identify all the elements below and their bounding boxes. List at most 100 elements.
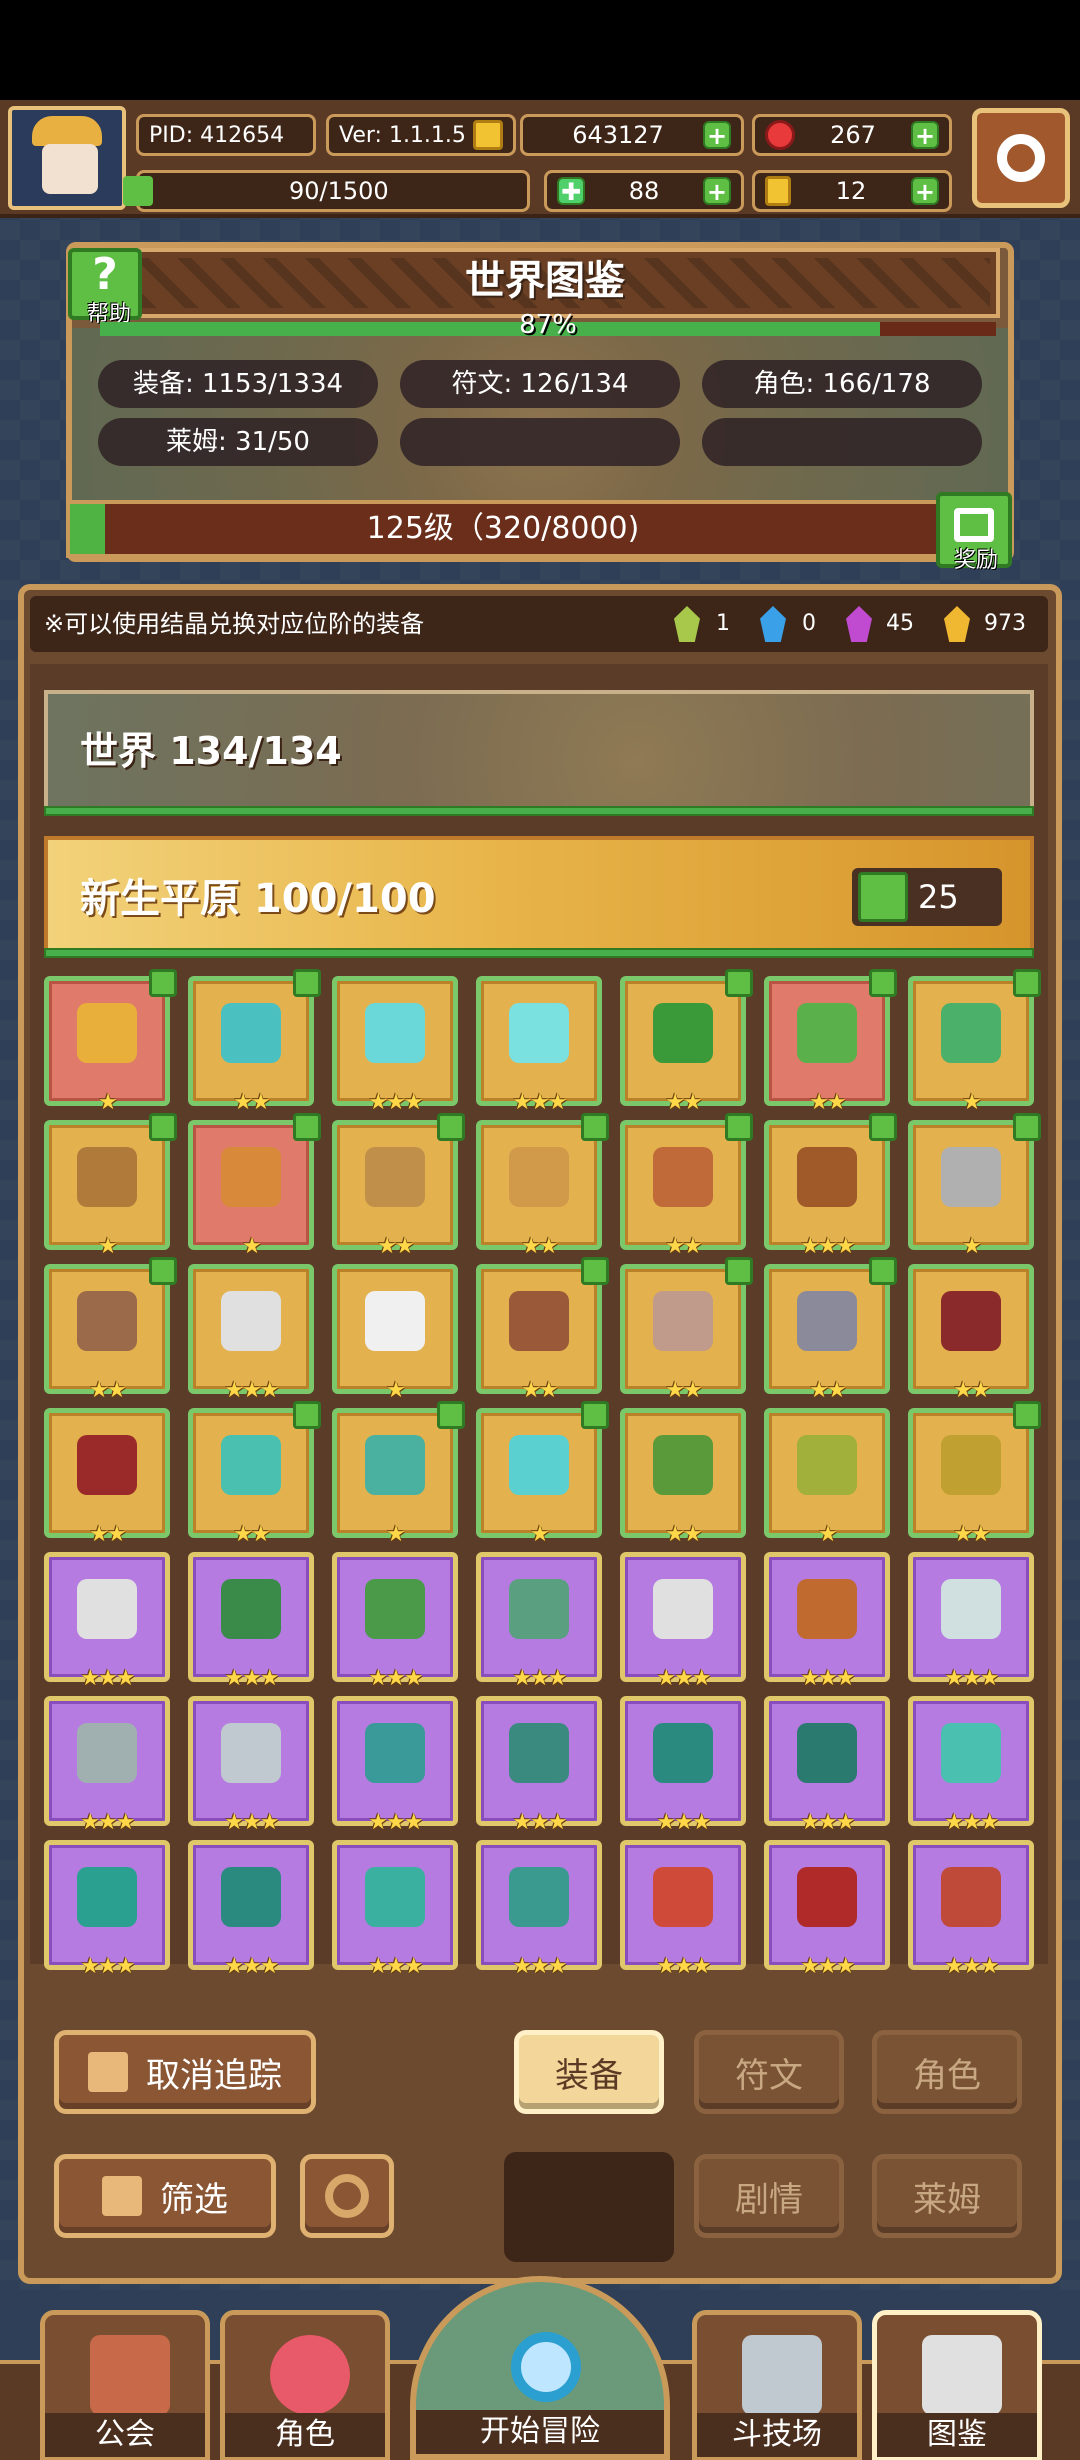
world-label: 世界 134/134 (80, 729, 342, 773)
tab-rune[interactable]: 符文 (694, 2030, 844, 2114)
equipment-slot[interactable]: ★★★ (188, 1840, 314, 1979)
equipment-slot[interactable]: ★★★ (188, 1696, 314, 1835)
equipment-slot[interactable]: ★★ (332, 1113, 465, 1259)
rarity-stars: ★ (386, 1378, 406, 1403)
tab-equipment[interactable]: 装备 (514, 2030, 664, 2114)
equipment-slot[interactable]: ★★★ (188, 1264, 314, 1403)
equipment-slot[interactable]: ★★ (476, 1113, 609, 1259)
equipment-slot[interactable]: ★★★ (620, 1696, 746, 1835)
equipment-slot[interactable]: ★ (764, 1408, 890, 1547)
nav-arena-label: 斗技场 (697, 2413, 857, 2457)
equipment-slot[interactable]: ★★★ (188, 1552, 314, 1691)
equipment-slot[interactable]: ★★★ (764, 1113, 897, 1259)
equipment-slot[interactable]: ★ (908, 969, 1041, 1115)
guild-icon (90, 2335, 170, 2415)
equipment-item-icon (509, 1291, 569, 1351)
equipment-slot[interactable]: ★ (332, 1401, 465, 1547)
nav-guild[interactable]: 公会 (40, 2310, 210, 2460)
tab-character[interactable]: 角色 (872, 2030, 1022, 2114)
equipment-slot[interactable]: ★★ (620, 969, 753, 1115)
region-label: 新生平原 100/100 (80, 876, 436, 922)
equipment-slot[interactable]: ★★ (188, 969, 321, 1115)
equipment-slot[interactable]: ★★★ (908, 1552, 1034, 1691)
equipment-slot[interactable]: ★★ (188, 1401, 321, 1547)
equipment-slot[interactable]: ★★★ (476, 1840, 602, 1979)
tracked-thumb-icon (149, 1113, 177, 1141)
equipment-slot[interactable]: ★★★ (908, 1840, 1034, 1979)
equipment-slot[interactable]: ★★★ (332, 1552, 458, 1691)
filter-button[interactable]: 筛选 (54, 2154, 276, 2238)
equipment-item-icon (365, 1435, 425, 1495)
equipment-slot[interactable]: ★★ (44, 1408, 170, 1547)
reset-filter-button[interactable] (300, 2154, 394, 2238)
equipment-slot[interactable]: ★★★ (764, 1840, 890, 1979)
rarity-stars: ★★★ (224, 1954, 279, 1979)
rarity-stars: ★★★ (224, 1666, 279, 1691)
codex-title: 世界图鉴 (465, 258, 625, 304)
nav-character[interactable]: 角色 (220, 2310, 390, 2460)
equipment-slot[interactable]: ★ (908, 1113, 1041, 1259)
equipment-slot[interactable]: ★★ (620, 1257, 753, 1403)
equipment-item-icon (77, 1435, 137, 1495)
equipment-slot[interactable]: ★★★ (476, 1696, 602, 1835)
untrack-button[interactable]: 取消追踪 (54, 2030, 316, 2114)
equipment-slot[interactable]: ★★★ (44, 1696, 170, 1835)
tracked-thumb-icon (725, 969, 753, 997)
add-key-button[interactable]: + (910, 177, 939, 205)
equipment-slot[interactable]: ★★ (908, 1264, 1034, 1403)
settings-button[interactable] (972, 108, 1070, 208)
equipment-slot[interactable]: ★★★ (44, 1552, 170, 1691)
empty-slot (504, 2152, 674, 2262)
equipment-slot[interactable]: ★★ (764, 969, 897, 1115)
equipment-item-icon (77, 1867, 137, 1927)
equipment-slot[interactable]: ★★ (620, 1113, 753, 1259)
nav-arena[interactable]: 斗技场 (692, 2310, 862, 2460)
rarity-stars: ★★ (89, 1378, 126, 1403)
purple-crystal-count: 45 (886, 611, 914, 636)
reward-button[interactable]: 奖励 (936, 492, 1012, 573)
equipment-slot[interactable]: ★★★ (332, 1696, 458, 1835)
equipment-slot[interactable]: ★★★ (620, 1840, 746, 1979)
add-clover-button[interactable]: + (702, 177, 731, 205)
equipment-slot[interactable]: ★★★ (620, 1552, 746, 1691)
rarity-stars: ★ (386, 1522, 406, 1547)
equipment-slot[interactable]: ★★ (908, 1401, 1041, 1547)
equipment-slot[interactable]: ★★★ (44, 1840, 170, 1979)
equipment-slot[interactable]: ★★ (620, 1408, 746, 1547)
equipment-item-icon (941, 1147, 1001, 1207)
tab-story-label: 剧情 (735, 2179, 803, 2220)
rarity-stars: ★★★ (368, 1666, 423, 1691)
equipment-slot[interactable]: ★★★ (332, 1840, 458, 1979)
equipment-slot[interactable]: ★★ (476, 1257, 609, 1403)
equipment-slot[interactable]: ★ (332, 1264, 458, 1403)
equipment-slot[interactable]: ★★★ (476, 1552, 602, 1691)
equipment-slot[interactable]: ★ (44, 1113, 177, 1259)
player-avatar[interactable] (8, 106, 126, 210)
equipment-item-icon (365, 1579, 425, 1639)
equipment-slot[interactable]: ★★★ (476, 976, 602, 1115)
equipment-item-icon (653, 1291, 713, 1351)
equipment-slot[interactable]: ★★★ (908, 1696, 1034, 1835)
region-progress-bar (44, 948, 1034, 958)
equipment-item-icon (221, 1291, 281, 1351)
add-gem-button[interactable]: + (911, 121, 939, 149)
equipment-slot[interactable]: ★★★ (332, 976, 458, 1115)
equipment-slot[interactable]: ★★★ (764, 1552, 890, 1691)
nav-character-label: 角色 (225, 2413, 385, 2457)
character-icon (270, 2335, 350, 2415)
nav-codex[interactable]: 图鉴 (872, 2310, 1042, 2460)
equipment-item-icon (941, 1003, 1001, 1063)
equipment-slot[interactable]: ★★★ (764, 1696, 890, 1835)
equipment-item-icon (797, 1291, 857, 1351)
equipment-slot[interactable]: ★ (476, 1401, 609, 1547)
gem-box: 267 + (752, 114, 952, 156)
nav-adventure-label: 开始冒险 (416, 2410, 664, 2454)
equipment-item-icon (77, 1579, 137, 1639)
tab-slime[interactable]: 莱姆 (872, 2154, 1022, 2238)
equipment-slot[interactable]: ★★ (44, 1257, 177, 1403)
equipment-slot[interactable]: ★ (188, 1113, 321, 1259)
add-gold-button[interactable]: + (703, 121, 731, 149)
tab-story[interactable]: 剧情 (694, 2154, 844, 2238)
equipment-slot[interactable]: ★★ (764, 1257, 897, 1403)
equipment-slot[interactable]: ★ (44, 969, 177, 1115)
